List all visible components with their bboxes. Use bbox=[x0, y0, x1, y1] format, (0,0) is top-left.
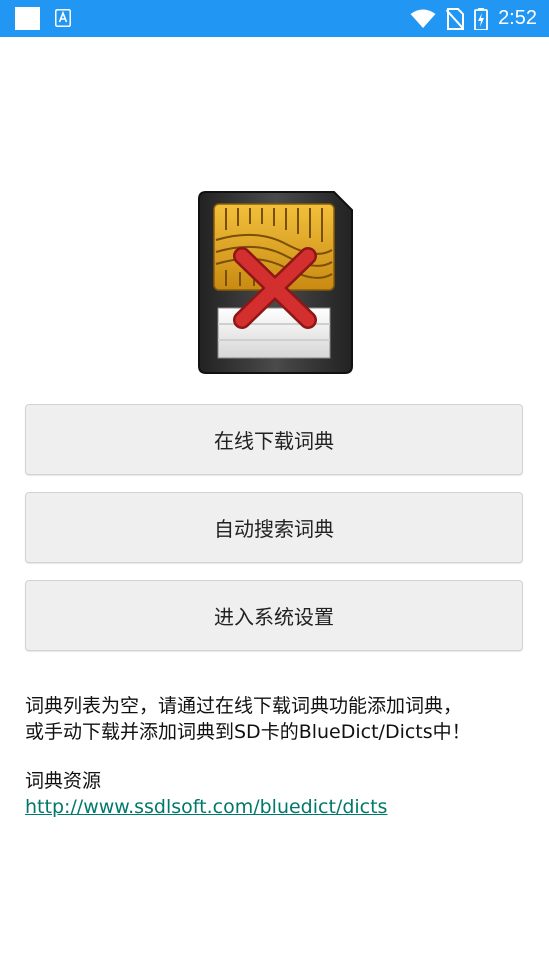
translate-a-icon bbox=[55, 9, 71, 27]
message-line-1: 词典列表为空，请通过在线下载词典功能添加词典， bbox=[25, 695, 463, 717]
system-settings-label: 进入系统设置 bbox=[214, 605, 334, 629]
auto-search-button[interactable]: 自动搜索词典 bbox=[25, 492, 523, 563]
battery-charging-icon bbox=[474, 7, 488, 30]
status-bar: 2:52 bbox=[0, 0, 549, 37]
sd-card-missing-icon bbox=[198, 191, 353, 374]
notification-square-icon bbox=[15, 7, 40, 30]
message-line-2: 或手动下载并添加词典到SD卡的BlueDict/Dicts中！ bbox=[25, 721, 471, 743]
download-online-button[interactable]: 在线下载词典 bbox=[25, 404, 523, 475]
wifi-icon bbox=[410, 9, 436, 28]
clock-time: 2:52 bbox=[498, 7, 537, 29]
resources-link[interactable]: http://www.ssdlsoft.com/bluedict/dicts bbox=[25, 794, 387, 820]
auto-search-label: 自动搜索词典 bbox=[214, 517, 334, 541]
download-online-label: 在线下载词典 bbox=[214, 429, 334, 453]
system-settings-button[interactable]: 进入系统设置 bbox=[25, 580, 523, 651]
no-sim-icon bbox=[446, 7, 465, 30]
empty-dict-message: 词典列表为空，请通过在线下载词典功能添加词典， 或手动下载并添加词典到SD卡的B… bbox=[25, 693, 535, 745]
resources-title: 词典资源 bbox=[25, 770, 102, 792]
